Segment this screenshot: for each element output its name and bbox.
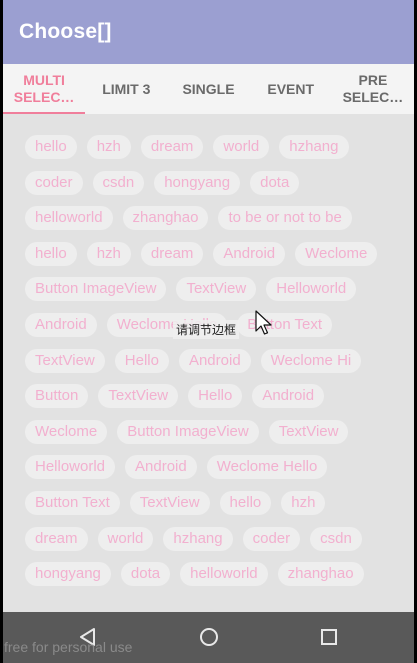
tag-row: Button ImageView TextView Helloworld bbox=[25, 277, 395, 313]
tag-chip[interactable]: Button ImageView bbox=[25, 277, 167, 302]
tag-row: hello hzh dream Android Weclome bbox=[25, 241, 395, 278]
tag-chip[interactable]: Weclome bbox=[25, 419, 108, 444]
tab-multi-select[interactable]: MULTI SELEC… bbox=[3, 64, 86, 114]
tag-chip[interactable]: dream bbox=[140, 135, 204, 159]
tag-chip[interactable]: hongyang bbox=[154, 170, 241, 195]
tag-chip[interactable]: Helloworld bbox=[25, 455, 116, 480]
tag-chip[interactable]: hongyang bbox=[25, 562, 111, 587]
tag-chip[interactable]: Button Text bbox=[25, 490, 120, 515]
tag-row: TextView Hello Android Weclome Hi bbox=[25, 348, 395, 385]
tab-single[interactable]: SINGLE bbox=[167, 64, 249, 114]
tag-chip[interactable]: Button Text bbox=[237, 312, 333, 337]
tag-chip[interactable]: helloworld bbox=[25, 206, 113, 231]
tag-chip[interactable]: TextView bbox=[268, 419, 349, 444]
system-nav-bar bbox=[3, 612, 414, 663]
tag-chip[interactable]: Button ImageView bbox=[117, 419, 259, 444]
tag-chip[interactable]: Hello bbox=[114, 348, 169, 373]
tag-chip[interactable]: Hello bbox=[188, 384, 243, 409]
tag-chip[interactable]: Android bbox=[213, 241, 286, 266]
tag-chip[interactable]: coder bbox=[25, 170, 83, 195]
tag-chip[interactable]: hzh bbox=[86, 241, 131, 266]
tag-chip[interactable]: Android bbox=[25, 312, 97, 337]
tag-chip[interactable]: Android bbox=[178, 348, 251, 373]
tag-row: hello hzh dream world hzhang bbox=[25, 135, 395, 171]
tag-chip[interactable]: zhanghao bbox=[277, 562, 364, 587]
tag-chip[interactable]: hello bbox=[25, 135, 77, 159]
tag-chip[interactable]: hzhang bbox=[279, 135, 349, 159]
tag-chip[interactable]: TextView bbox=[25, 348, 105, 373]
tag-chip[interactable]: csdn bbox=[92, 170, 145, 195]
tag-chip[interactable]: world bbox=[97, 526, 154, 551]
tag-row: Helloworld Android Weclome Hello bbox=[25, 455, 395, 491]
tag-chip[interactable]: TextView bbox=[176, 277, 257, 302]
tag-chip[interactable]: zhanghao bbox=[122, 206, 209, 231]
tag-chip[interactable]: Android bbox=[252, 384, 325, 409]
app-bar: Choose[] bbox=[3, 0, 414, 64]
tag-row: hongyang dota helloworld zhanghao bbox=[25, 562, 395, 598]
tag-chip[interactable]: helloworld bbox=[180, 562, 268, 587]
tag-chip[interactable]: TextView bbox=[129, 490, 210, 515]
tag-row: Button TextView Hello Android bbox=[25, 384, 395, 420]
tag-chip[interactable]: Weclome Hello bbox=[206, 455, 328, 480]
tag-chip[interactable]: Android bbox=[125, 455, 197, 480]
tag-chip[interactable]: csdn bbox=[310, 526, 362, 551]
tag-chip[interactable]: dota bbox=[120, 562, 171, 587]
toast-message: 请调节边框 bbox=[173, 320, 240, 339]
tag-chip[interactable]: dota bbox=[250, 170, 300, 195]
watermark-text: free for personal use bbox=[4, 639, 133, 655]
mouse-pointer-icon bbox=[255, 310, 272, 335]
app-title: Choose[] bbox=[19, 20, 112, 43]
tag-chip[interactable]: dream bbox=[25, 526, 88, 551]
tag-row: Weclome Button ImageView TextView bbox=[25, 419, 395, 456]
tag-row: Button Text TextView hello hzh bbox=[25, 490, 395, 527]
tab-event[interactable]: EVENT bbox=[250, 64, 332, 114]
tab-pre-select[interactable]: PRE SELEC… bbox=[332, 64, 414, 114]
tag-chip[interactable]: hzh bbox=[86, 135, 131, 159]
tag-chip[interactable]: TextView bbox=[98, 384, 179, 409]
tab-bar: MULTI SELEC… LIMIT 3 SINGLE EVENT PRE SE… bbox=[3, 64, 414, 114]
tag-row: coder csdn hongyang dota bbox=[25, 170, 395, 207]
tag-chip[interactable]: hello bbox=[219, 490, 272, 515]
tag-chip[interactable]: world bbox=[213, 135, 270, 159]
tag-chip[interactable]: hzh bbox=[281, 490, 326, 515]
tag-chip[interactable]: dream bbox=[140, 241, 204, 266]
tag-chip[interactable]: hello bbox=[25, 241, 77, 266]
tag-flow-layout: hello hzh dream world hzhang coder csdn hongyan… bbox=[25, 135, 395, 598]
tab-limit-3[interactable]: LIMIT 3 bbox=[85, 64, 167, 114]
recents-square-icon[interactable] bbox=[316, 624, 342, 650]
tag-row: helloworld zhanghao to be or not to be bbox=[25, 206, 395, 242]
tag-chip[interactable]: Button bbox=[25, 384, 89, 409]
tag-chip[interactable]: Weclome bbox=[295, 241, 378, 266]
home-circle-icon[interactable] bbox=[196, 624, 222, 650]
tag-chip[interactable]: hzhang bbox=[163, 526, 233, 551]
tag-chip[interactable]: Helloworld bbox=[266, 277, 357, 302]
tag-row: dream world hzhang coder csdn bbox=[25, 526, 395, 563]
tag-chip[interactable]: to be or not to be bbox=[218, 206, 352, 231]
tag-chip[interactable]: coder bbox=[242, 526, 301, 551]
app-screen: Choose[] MULTI SELEC… LIMIT 3 SINGLE EVE… bbox=[3, 0, 414, 663]
tag-chip[interactable]: Weclome Hi bbox=[260, 348, 362, 373]
